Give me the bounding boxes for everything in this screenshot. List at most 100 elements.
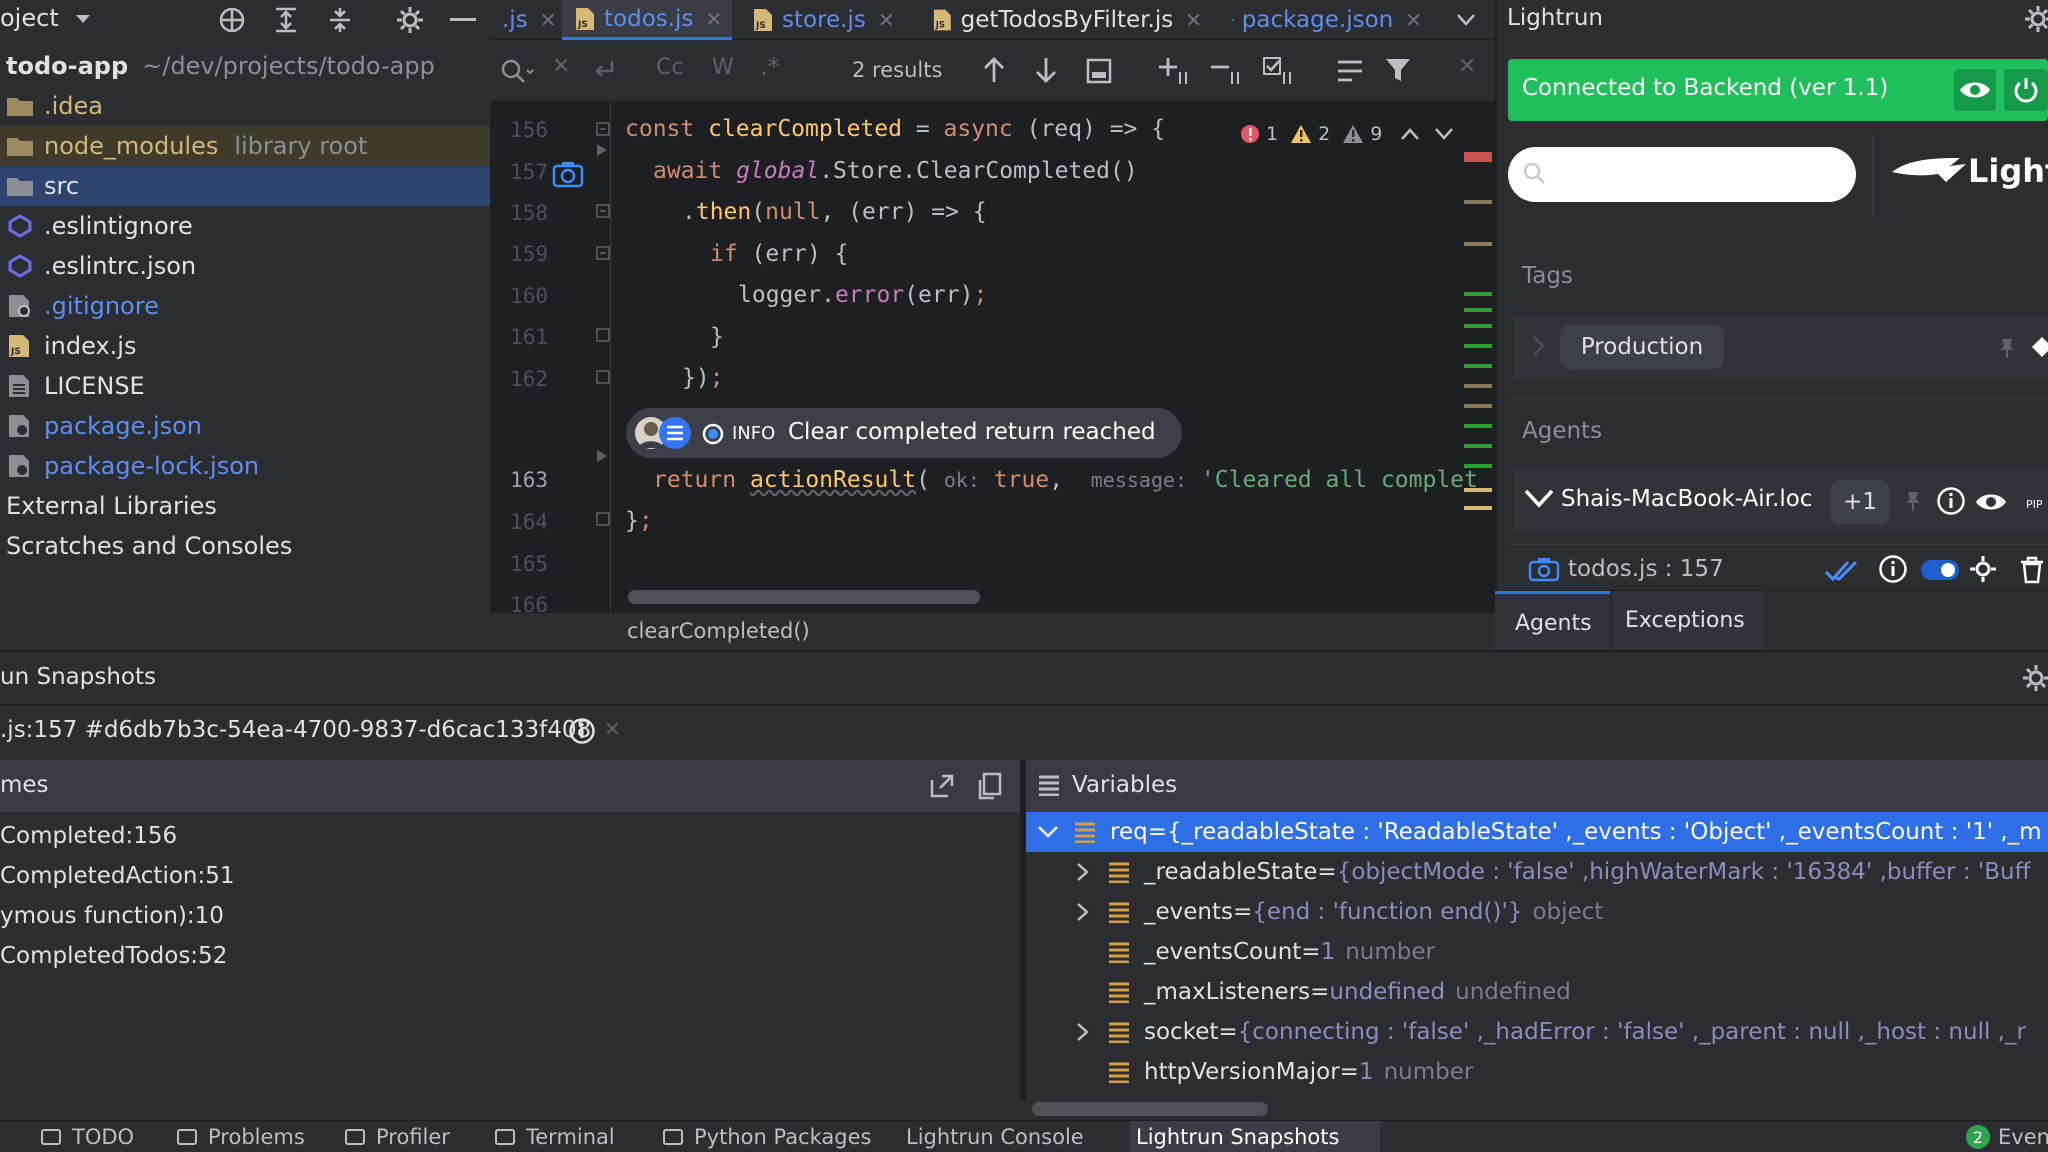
remove-occurrence-icon[interactable]	[1210, 56, 1242, 86]
tree-item[interactable]: .eslintrc.json	[0, 246, 490, 286]
agent-row[interactable]: Shais-MacBook-Air.loc +1 PIP	[1514, 468, 2048, 532]
tree-item[interactable]: package-lock.json	[0, 446, 490, 486]
action-row[interactable]: todos.js : 157	[1514, 550, 2048, 590]
horizontal-scrollbar[interactable]	[628, 590, 980, 604]
run-marker-icon[interactable]	[594, 142, 610, 158]
project-view-title[interactable]: oject	[0, 4, 59, 32]
expand-all-icon[interactable]	[272, 6, 300, 34]
previous-occurrence-icon[interactable]	[982, 56, 1006, 84]
tool-tab[interactable]: Problems	[170, 1121, 310, 1152]
tab-agents[interactable]: Agents	[1495, 591, 1610, 651]
close-find-bar-icon[interactable]: ✕	[1458, 54, 1476, 79]
tree-item[interactable]: .idea	[0, 86, 490, 126]
tree-item[interactable]: src	[0, 166, 490, 206]
regex-toggle[interactable]: .*	[760, 53, 780, 81]
close-icon[interactable]: ✕	[705, 7, 722, 31]
chevron-down-icon[interactable]	[1036, 822, 1060, 842]
in-selection-icon[interactable]	[1086, 58, 1112, 84]
search-icon[interactable]	[500, 58, 534, 84]
variable-row[interactable]: _maxListeners = undefined undefined	[1026, 972, 2048, 1012]
add-occurrence-icon[interactable]	[1158, 56, 1190, 86]
settings-icon[interactable]	[1968, 554, 1998, 584]
chevron-right-icon[interactable]	[1070, 862, 1094, 882]
chevron-up-icon[interactable]	[1400, 127, 1420, 141]
eye-button[interactable]	[1954, 69, 1996, 111]
reconnect-button[interactable]	[2004, 69, 2048, 111]
fold-marker-icon[interactable]	[596, 246, 610, 262]
agent-count-badge[interactable]: +1	[1830, 480, 1890, 524]
tab-exceptions[interactable]: Exceptions	[1613, 591, 1763, 651]
variable-row[interactable]: socket = {connecting : 'false' ,_hadErro…	[1026, 1012, 2048, 1052]
new-line-icon[interactable]	[592, 58, 616, 82]
toggle-switch[interactable]	[1920, 558, 1960, 582]
filter-settings-icon[interactable]	[1336, 58, 1364, 84]
tabs-overflow-chevron-icon[interactable]	[1456, 13, 1476, 27]
gear-icon[interactable]	[2024, 5, 2048, 33]
lightrun-log-popup[interactable]: INFO Clear completed return reached	[626, 408, 1182, 458]
tool-tab[interactable]: Python Packages	[656, 1121, 878, 1152]
whole-words-toggle[interactable]: W	[712, 55, 734, 80]
stack-frame[interactable]: CompletedAction:51	[0, 856, 1020, 896]
trash-icon[interactable]	[2018, 556, 2046, 584]
close-icon[interactable]: ✕	[540, 8, 557, 32]
variable-row[interactable]: _eventsCount = 1 number	[1026, 932, 2048, 972]
breadcrumb-function[interactable]: clearCompleted()	[627, 619, 810, 643]
tool-tab[interactable]: Lightrun Snapshots	[1130, 1121, 1380, 1152]
tag-icon[interactable]	[2032, 335, 2048, 359]
tab-store-js[interactable]: JS store.js ✕	[742, 0, 902, 40]
collapse-all-icon[interactable]	[326, 6, 354, 34]
tree-item[interactable]: node_modules library root	[0, 126, 490, 166]
locate-icon[interactable]	[218, 6, 246, 34]
filter-icon[interactable]	[1384, 56, 1412, 84]
code-editor[interactable]: 156 157 158 159 160 161 162 163 164 165 …	[490, 102, 1495, 612]
stack-frame[interactable]: CompletedTodos:52	[0, 936, 1020, 976]
tree-item[interactable]: JS index.js	[0, 326, 490, 366]
tool-tab[interactable]: Profiler	[338, 1121, 460, 1152]
snapshot-camera-icon[interactable]	[552, 160, 584, 188]
snapshot-id-tab[interactable]: .js:157 #d6db7b3c-54ea-4700-9837-d6cac13…	[0, 717, 591, 743]
tree-item[interactable]: package.json	[0, 406, 490, 446]
eye-icon[interactable]	[1974, 490, 2008, 514]
chevron-down-icon[interactable]	[74, 12, 92, 26]
info-icon[interactable]	[1936, 486, 1966, 516]
inspection-summary[interactable]: 1 2 9	[1240, 120, 1454, 148]
tab-package-json[interactable]: package.json ✕	[1222, 0, 1422, 40]
tag-production[interactable]: Production	[1560, 325, 1724, 369]
stack-frame[interactable]: ymous function):10	[0, 896, 1020, 936]
variable-row[interactable]: httpVersionMajor = 1 number	[1026, 1052, 2048, 1092]
chevron-right-icon[interactable]	[1070, 1022, 1094, 1042]
variable-row[interactable]: _events = {end : 'function end()'} object	[1026, 892, 2048, 932]
tool-tab[interactable]: TODO	[34, 1121, 146, 1152]
tab-todos-js[interactable]: JS todos.js ✕	[562, 0, 732, 40]
next-occurrence-icon[interactable]	[1034, 56, 1058, 84]
close-icon[interactable]: ✕	[1405, 8, 1422, 32]
select-all-occurrences-icon[interactable]	[1262, 56, 1294, 86]
chevron-right-icon[interactable]	[1532, 335, 1546, 357]
gear-icon[interactable]	[2022, 664, 2048, 692]
event-log-button[interactable]: 2 Even	[1966, 1121, 2048, 1152]
tab-gettodosbyfilter-js[interactable]: JS getTodosByFilter.js ✕	[922, 0, 1202, 40]
check-all-icon[interactable]	[1824, 558, 1858, 582]
pin-icon[interactable]	[1998, 337, 2016, 359]
minimize-icon[interactable]	[450, 18, 476, 22]
close-icon[interactable]: ✕	[878, 8, 895, 32]
fold-marker-icon[interactable]	[596, 122, 610, 138]
tool-tab[interactable]: Lightrun Console	[900, 1121, 1110, 1152]
copy-icon[interactable]	[976, 772, 1004, 800]
horizontal-scrollbar[interactable]	[1032, 1102, 1268, 1116]
variable-row[interactable]: req = {_readableState : 'ReadableState' …	[1026, 812, 2048, 852]
gear-icon[interactable]	[395, 5, 425, 35]
chevron-down-icon[interactable]	[1434, 127, 1454, 141]
tool-tab[interactable]: Terminal	[488, 1121, 636, 1152]
tree-item[interactable]: .eslintignore	[0, 206, 490, 246]
tree-item[interactable]: Scratches and Consoles	[0, 526, 490, 566]
tab-js[interactable]: .js ✕	[490, 0, 560, 40]
tree-item[interactable]: .gitignore	[0, 286, 490, 326]
tree-item[interactable]: LICENSE	[0, 366, 490, 406]
chevron-right-icon[interactable]	[1070, 902, 1094, 922]
run-marker-icon[interactable]	[594, 448, 610, 464]
error-stripe[interactable]	[1464, 152, 1492, 612]
chevron-down-icon[interactable]	[1524, 488, 1554, 508]
info-icon[interactable]	[1878, 554, 1908, 584]
fold-marker-icon[interactable]	[596, 204, 610, 220]
